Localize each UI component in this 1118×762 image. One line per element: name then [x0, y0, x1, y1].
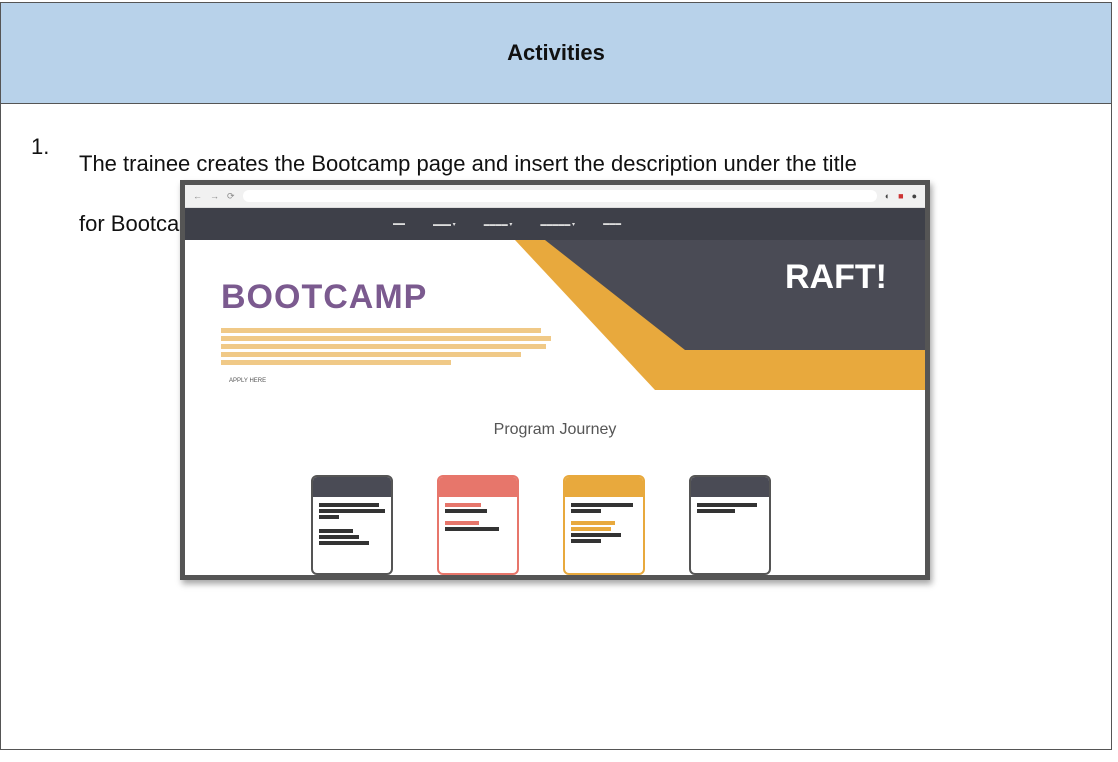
- menu-item: ▬▬▬▬▬ ▾: [540, 221, 576, 228]
- card-header: [439, 477, 517, 497]
- program-journey-title: Program Journey: [493, 421, 617, 438]
- day-card-1: [311, 475, 393, 575]
- hero: BOOTCAMP APPLY HERE RAFT!: [185, 240, 925, 415]
- url-field: [242, 190, 877, 202]
- raft-logo: RAFT!: [785, 258, 887, 296]
- reload-icon: ⟳: [227, 190, 235, 201]
- menu-item: ▬▬▬: [603, 220, 622, 227]
- hero-description: [221, 328, 551, 365]
- card-body: [691, 497, 769, 519]
- card-body: [439, 497, 517, 537]
- extension-icon: ◐: [884, 191, 891, 201]
- card-header: [565, 477, 643, 497]
- menu-item: ▬▬▬▬ ▾: [483, 221, 513, 228]
- browser-bar: ← → ⟳ ◐ ■ ●: [185, 185, 925, 208]
- site-menu: ▬▬ ▬▬▬ ▾ ▬▬▬▬ ▾ ▬▬▬▬▬ ▾ ▬▬▬: [393, 221, 621, 228]
- embedded-screenshot: ← → ⟳ ◐ ■ ● ▬▬ ▬▬▬ ▾ ▬▬▬▬ ▾ ▬▬▬▬▬ ▾ ▬▬▬ …: [180, 180, 930, 580]
- menu-item: ▬▬▬ ▾: [433, 221, 456, 228]
- card-header: [691, 477, 769, 497]
- table-header: Activities: [1, 3, 1111, 104]
- card-body: [313, 497, 391, 551]
- profile-icon: ●: [911, 191, 917, 201]
- browser-icons: ◐ ■ ●: [885, 191, 917, 201]
- hero-title: BOOTCAMP: [221, 278, 428, 316]
- menu-item: ▬▬: [393, 220, 405, 227]
- apply-here-link: APPLY HERE: [229, 378, 267, 384]
- back-icon: ←: [193, 191, 202, 201]
- day-card-2: [437, 475, 519, 575]
- forward-icon: →: [210, 191, 219, 201]
- item-number: 1.: [31, 134, 50, 159]
- bookmark-icon: ■: [898, 191, 904, 201]
- card-header: [313, 477, 391, 497]
- header-title: Activities: [507, 40, 605, 65]
- day-card-4: [689, 475, 771, 575]
- card-body: [565, 497, 643, 549]
- site-nav: ▬▬ ▬▬▬ ▾ ▬▬▬▬ ▾ ▬▬▬▬▬ ▾ ▬▬▬: [185, 208, 925, 240]
- day-card-3: [563, 475, 645, 575]
